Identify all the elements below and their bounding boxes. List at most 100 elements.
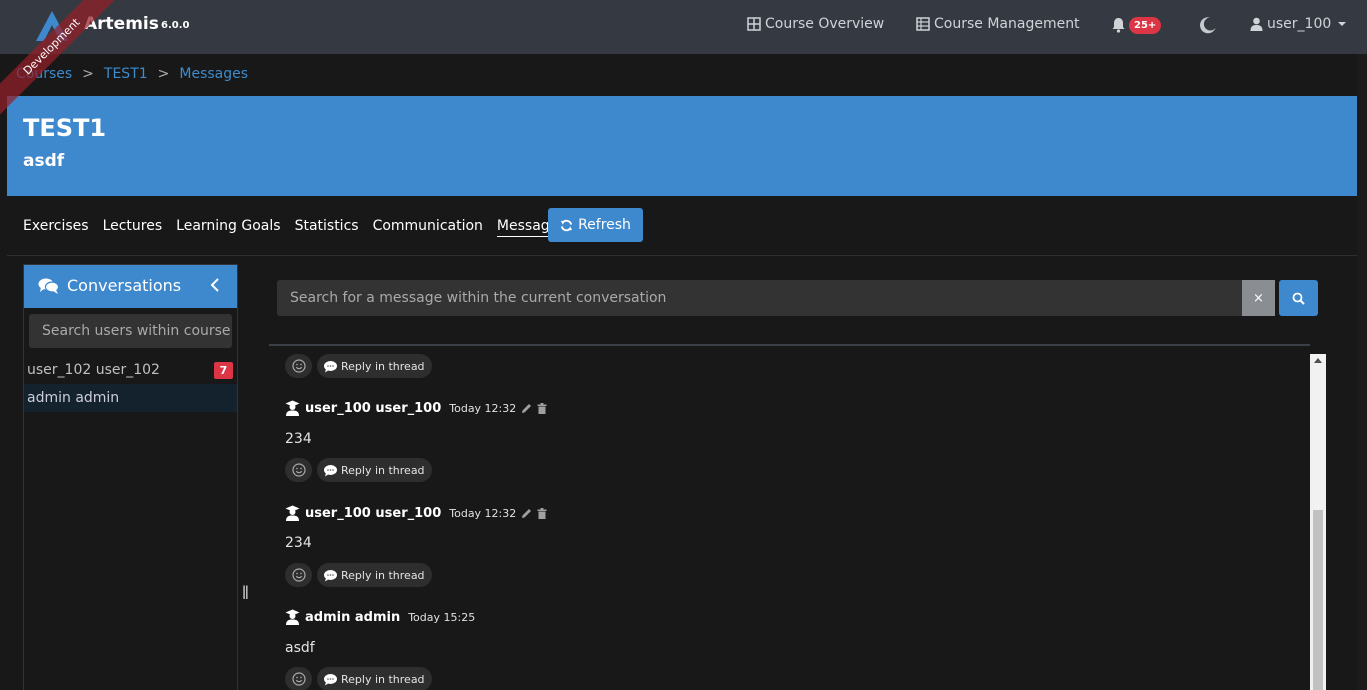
message-author[interactable]: user_100 user_100 [305, 506, 441, 521]
conversations-header: Conversations [24, 265, 237, 308]
messages-divider [269, 344, 1310, 346]
course-tabs: Exercises Lectures Learning Goals Statis… [23, 208, 580, 244]
message-body: asdf [285, 640, 315, 656]
trash-icon[interactable] [537, 507, 547, 519]
reaction-bar: Reply in thread [285, 354, 432, 378]
conversation-name: admin admin [27, 390, 120, 406]
refresh-label: Refresh [578, 217, 631, 233]
refresh-button[interactable]: Refresh [548, 208, 643, 242]
tab-learning-goals[interactable]: Learning Goals [176, 218, 280, 234]
navbar: Artemis 6.0.0 Course Overview Course Man… [0, 0, 1367, 54]
tabs-divider [7, 255, 1357, 256]
pencil-icon[interactable] [521, 508, 532, 519]
course-title: TEST1 [23, 114, 107, 142]
scroll-up-arrow-icon[interactable] [1314, 358, 1322, 363]
add-reaction-button[interactable] [285, 563, 312, 587]
smile-icon [291, 568, 306, 582]
message-search-input[interactable]: Search for a message within the current … [277, 280, 1242, 316]
message-header: user_100 user_100 Today 12:32 [285, 505, 547, 521]
speech-bubble-icon [324, 464, 337, 476]
message-author[interactable]: admin admin [305, 610, 400, 625]
smile-icon [291, 672, 306, 686]
grid-icon [747, 17, 761, 31]
speech-bubble-icon [324, 569, 337, 581]
reaction-bar: Reply in thread [285, 667, 432, 690]
breadcrumb-messages[interactable]: Messages [179, 66, 248, 82]
conversations-title: Conversations [67, 276, 182, 295]
tab-statistics[interactable]: Statistics [295, 218, 359, 234]
conversations-sidebar: Conversations Search users within course… [23, 264, 238, 690]
user-search-input[interactable]: Search users within course [29, 314, 232, 348]
conversation-item-active[interactable]: admin admin [24, 384, 237, 412]
course-subtitle: asdf [23, 151, 65, 171]
trash-icon[interactable] [537, 402, 547, 414]
tab-exercises[interactable]: Exercises [23, 218, 89, 234]
reply-in-thread-button[interactable]: Reply in thread [317, 458, 432, 482]
clear-search-button[interactable]: × [1242, 280, 1275, 316]
tab-communication[interactable]: Communication [373, 218, 483, 234]
course-overview-label: Course Overview [765, 16, 885, 32]
message-body: 234 [285, 535, 312, 551]
brand-name[interactable]: Artemis [84, 14, 159, 34]
chevron-left-icon[interactable] [210, 278, 220, 292]
message-author[interactable]: user_100 user_100 [305, 401, 441, 416]
reply-label: Reply in thread [341, 568, 425, 582]
course-management-label: Course Management [934, 16, 1080, 32]
search-button[interactable] [1279, 280, 1318, 316]
breadcrumb-separator: > [157, 66, 170, 82]
user-graduate-icon [285, 505, 300, 521]
unread-count-badge: 7 [214, 362, 233, 379]
messages-scrollbar[interactable] [1310, 354, 1326, 690]
message-time: Today 15:25 [408, 610, 476, 624]
breadcrumb-courses[interactable]: Courses [16, 66, 72, 82]
reaction-bar: Reply in thread [285, 458, 432, 482]
table-icon [916, 17, 930, 31]
breadcrumb-course[interactable]: TEST1 [104, 66, 148, 82]
reply-label: Reply in thread [341, 463, 425, 477]
scroll-thumb[interactable] [1313, 510, 1323, 690]
user-icon [1250, 17, 1263, 31]
tab-lectures[interactable]: Lectures [103, 218, 163, 234]
course-header: TEST1 asdf [7, 96, 1357, 196]
moon-icon[interactable] [1199, 16, 1217, 34]
smile-icon [291, 359, 306, 373]
conversation-name: user_102 user_102 [27, 362, 160, 378]
comments-icon [38, 278, 60, 294]
bell-icon[interactable] [1111, 17, 1126, 33]
message-time: Today 12:32 [449, 506, 517, 520]
course-management-link[interactable]: Course Management [916, 16, 1080, 32]
reply-label: Reply in thread [341, 359, 425, 373]
message-time: Today 12:32 [449, 401, 517, 415]
speech-bubble-icon [324, 360, 337, 372]
notification-count-badge[interactable]: 25+ [1129, 17, 1162, 34]
add-reaction-button[interactable] [285, 667, 312, 690]
add-reaction-button[interactable] [285, 458, 312, 482]
reply-in-thread-button[interactable]: Reply in thread [317, 667, 432, 690]
message-header: user_100 user_100 Today 12:32 [285, 400, 547, 416]
smile-icon [291, 463, 306, 477]
caret-down-icon [1338, 22, 1347, 26]
artemis-logo-icon[interactable] [32, 9, 72, 43]
conversation-item[interactable]: user_102 user_102 7 [24, 356, 237, 384]
reply-in-thread-button[interactable]: Reply in thread [317, 563, 432, 587]
page-right-edge [1357, 54, 1367, 690]
username-label: user_100 [1267, 16, 1332, 32]
breadcrumb: Courses > TEST1 > Messages [16, 66, 248, 82]
reply-in-thread-button[interactable]: Reply in thread [317, 354, 432, 378]
refresh-icon [560, 219, 573, 231]
search-icon [1292, 292, 1305, 305]
user-graduate-icon [285, 609, 300, 625]
speech-bubble-icon [324, 673, 337, 685]
reply-label: Reply in thread [341, 672, 425, 686]
breadcrumb-separator: > [82, 66, 94, 82]
pencil-icon[interactable] [521, 403, 532, 414]
reaction-bar: Reply in thread [285, 563, 432, 587]
version-label: 6.0.0 [161, 20, 190, 31]
add-reaction-button[interactable] [285, 354, 312, 378]
messages-list: Reply in thread user_100 user_100 Today … [269, 347, 1310, 690]
user-graduate-icon [285, 400, 300, 416]
resize-handle[interactable]: ǁ [242, 584, 249, 600]
user-menu[interactable]: user_100 [1250, 16, 1347, 32]
course-overview-link[interactable]: Course Overview [747, 16, 884, 32]
message-body: 234 [285, 431, 312, 447]
